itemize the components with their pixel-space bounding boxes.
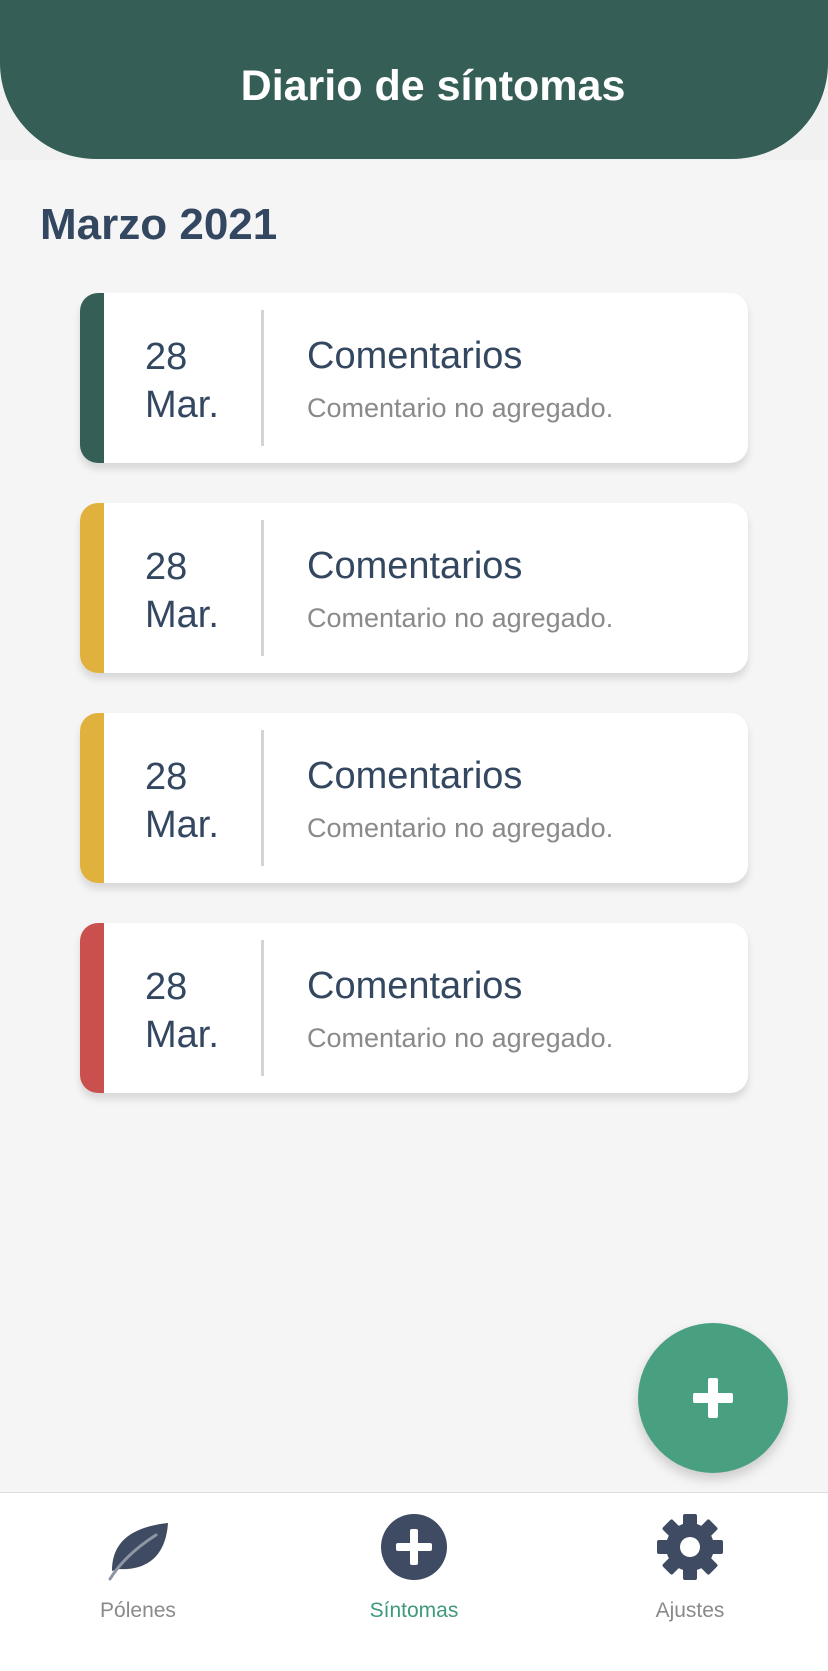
- tab-sintomas[interactable]: Síntomas: [314, 1493, 514, 1671]
- entry-comment: Comentario no agregado.: [307, 1023, 614, 1053]
- plus-circle-icon: [381, 1514, 447, 1580]
- entry-date: 28 Mar.: [145, 753, 219, 849]
- entry-day: 28: [145, 966, 188, 1008]
- severity-stripe: [80, 503, 104, 673]
- page-title: Diario de síntomas: [240, 62, 626, 110]
- card-divider: [261, 730, 264, 866]
- entry-card[interactable]: 28 Mar. Comentarios Comentario no agrega…: [80, 923, 748, 1093]
- entry-comment: Comentario no agregado.: [307, 603, 614, 633]
- add-entry-button[interactable]: [638, 1323, 788, 1473]
- tab-label: Síntomas: [369, 1599, 459, 1622]
- entry-month: Mar.: [145, 804, 219, 846]
- plus-icon: [693, 1378, 733, 1418]
- entry-month: Mar.: [145, 594, 219, 636]
- severity-stripe: [80, 293, 104, 463]
- entry-date: 28 Mar.: [145, 543, 219, 639]
- leaf-icon: [108, 1523, 168, 1581]
- header: Diario de síntomas: [0, 0, 828, 160]
- entry-card[interactable]: 28 Mar. Comentarios Comentario no agrega…: [80, 503, 748, 673]
- card-divider: [261, 310, 264, 446]
- entry-date: 28 Mar.: [145, 333, 219, 429]
- tab-bar: Pólenes Síntomas Ajustes: [0, 1492, 828, 1671]
- entry-card[interactable]: 28 Mar. Comentarios Comentario no agrega…: [80, 713, 748, 883]
- entry-title: Comentarios: [307, 965, 523, 1007]
- card-divider: [261, 520, 264, 656]
- entry-title: Comentarios: [307, 755, 523, 797]
- tab-label: Ajustes: [655, 1599, 725, 1622]
- gear-icon: [657, 1514, 723, 1580]
- entry-day: 28: [145, 756, 188, 798]
- tab-ajustes[interactable]: Ajustes: [590, 1493, 790, 1671]
- entry-comment: Comentario no agregado.: [307, 813, 614, 843]
- tab-polenes[interactable]: Pólenes: [38, 1493, 238, 1671]
- month-heading: Marzo 2021: [40, 200, 278, 249]
- card-divider: [261, 940, 264, 1076]
- entry-date: 28 Mar.: [145, 963, 219, 1059]
- entry-month: Mar.: [145, 384, 219, 426]
- entry-month: Mar.: [145, 1014, 219, 1056]
- tab-label: Pólenes: [100, 1599, 176, 1622]
- entry-card[interactable]: 28 Mar. Comentarios Comentario no agrega…: [80, 293, 748, 463]
- entry-title: Comentarios: [307, 545, 523, 587]
- entry-comment: Comentario no agregado.: [307, 393, 614, 423]
- entry-title: Comentarios: [307, 335, 523, 377]
- entry-day: 28: [145, 546, 188, 588]
- severity-stripe: [80, 713, 104, 883]
- entry-day: 28: [145, 336, 188, 378]
- severity-stripe: [80, 923, 104, 1093]
